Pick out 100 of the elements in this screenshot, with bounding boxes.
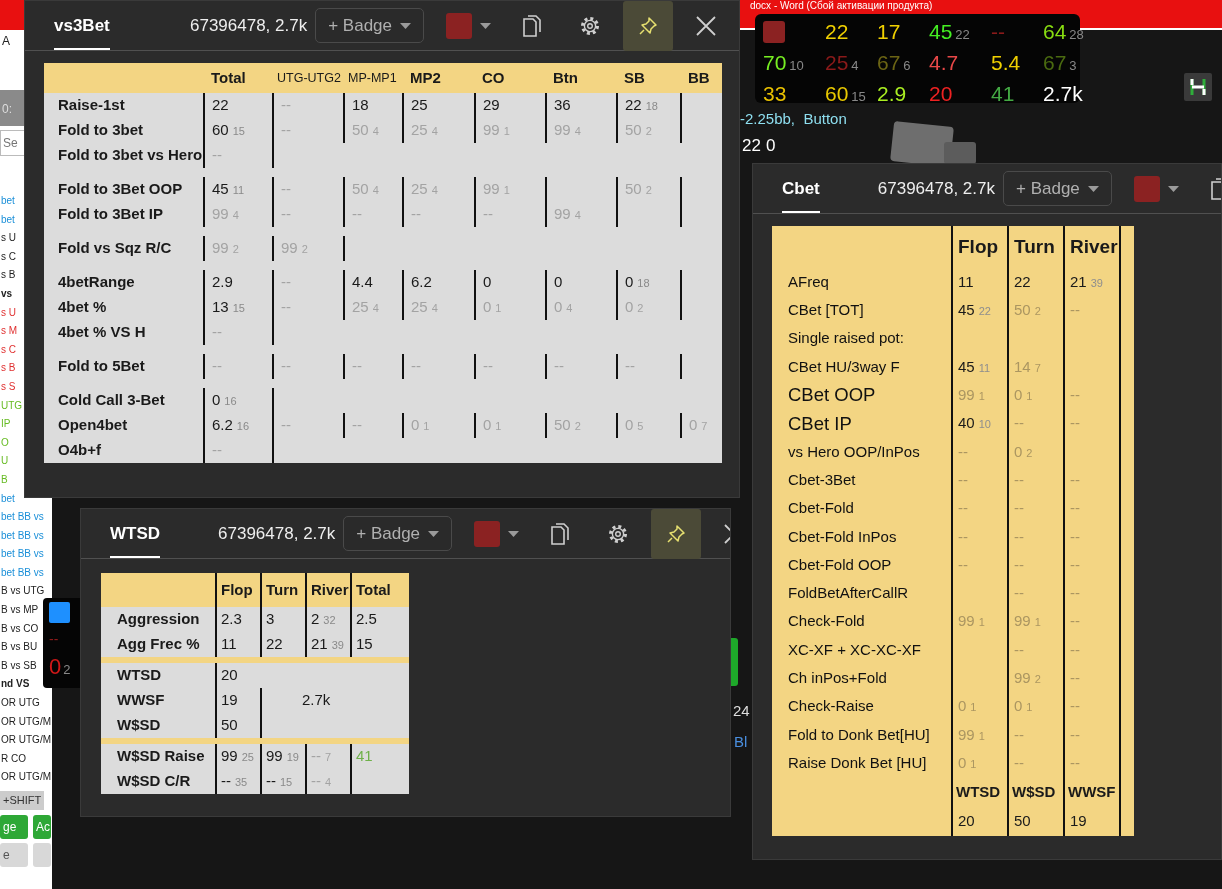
list-item[interactable]: s B <box>0 266 16 285</box>
stat-label: CBet IP <box>788 412 852 434</box>
stat-value: 22 <box>212 96 229 114</box>
sample-count: 19 <box>286 751 299 764</box>
stat-value: 3 <box>266 610 275 628</box>
list-item[interactable]: s S <box>0 377 16 397</box>
list-item[interactable]: nd VS <box>0 675 30 695</box>
stat-value: 25 <box>411 298 428 316</box>
stat-value: 99 <box>483 121 500 139</box>
stat-value: -- <box>281 416 291 434</box>
list-item[interactable]: B vs UTG <box>0 582 45 602</box>
stat-value: 99 <box>483 180 500 198</box>
column-header: WWSF <box>1068 783 1116 801</box>
list-item[interactable]: bet BB vs <box>0 545 44 564</box>
sample-count: 15 <box>851 89 866 104</box>
stat-label: O4b+f <box>58 441 101 459</box>
badge-dropdown[interactable]: + Badge <box>315 7 424 44</box>
list-item[interactable]: OR UTG/M <box>0 731 51 750</box>
list-item[interactable]: bet BB vs <box>0 526 44 546</box>
tab[interactable]: vs3Bet <box>54 1 110 51</box>
stat-label: Single raised pot: <box>788 329 904 347</box>
list-item[interactable]: R CO <box>0 749 26 769</box>
stat-value: 4.4 <box>352 273 373 291</box>
list-item[interactable]: B vs BU <box>0 638 38 657</box>
stat-value: 0 <box>483 298 492 316</box>
sample-count: 4 <box>372 184 379 197</box>
stat-value: -- <box>212 441 222 459</box>
sample-count: 4 <box>431 125 438 138</box>
stat-label: WTSD <box>117 666 162 684</box>
sample-count: 4 <box>431 302 438 315</box>
stat-value: -- <box>1070 584 1080 602</box>
pin-icon <box>638 15 658 36</box>
caret-icon <box>428 530 440 537</box>
stat-value: -- <box>281 96 291 114</box>
list-item[interactable]: B vs SB <box>0 656 37 676</box>
settings-icon <box>580 15 600 36</box>
sample-count: 11 <box>232 184 245 197</box>
stat-value: 21 <box>311 635 328 653</box>
stat-label: Cold Call 3-Bet <box>58 391 165 409</box>
list-item[interactable]: s U <box>0 229 16 248</box>
stat-value: 20 <box>221 666 238 684</box>
badge-dropdown[interactable]: + Badge <box>343 515 453 552</box>
sample-count: 16 <box>236 420 250 433</box>
stat-value: -- <box>1070 669 1080 687</box>
list-item[interactable]: s U <box>0 303 16 323</box>
list-item[interactable]: s B <box>0 359 16 378</box>
tab[interactable]: Cbet <box>782 164 820 214</box>
list-item[interactable]: s M <box>0 322 18 341</box>
list-item[interactable]: bet <box>0 192 15 211</box>
stat-label: XC-XF + XC-XC-XF <box>788 640 921 658</box>
sample-count: 39 <box>1090 276 1103 289</box>
pin-button[interactable] <box>651 509 702 559</box>
list-item[interactable]: s C <box>0 247 16 267</box>
stat-value: 70 <box>763 51 787 74</box>
stat-label: Check-Fold <box>788 612 865 630</box>
list-item[interactable]: B vs MP <box>0 601 39 620</box>
stat-value: -- <box>411 205 421 223</box>
stat-label: Cbet-Fold OOP <box>788 555 892 573</box>
stat-value: 40 <box>958 414 975 432</box>
stat-value: 99 <box>1014 612 1031 630</box>
list-item[interactable]: bet <box>0 210 15 230</box>
settings-icon <box>608 523 629 544</box>
stat-value: -- <box>958 470 968 488</box>
list-item[interactable]: OR UTG/M <box>0 712 51 732</box>
action-button[interactable]: e <box>0 843 28 867</box>
list-item[interactable]: B vs CO <box>0 619 39 639</box>
badge-dropdown[interactable]: + Badge <box>1003 170 1112 207</box>
tab[interactable]: WTSD <box>110 509 161 559</box>
stat-value: 22 <box>1014 272 1031 290</box>
list-item[interactable]: OR UTG <box>0 694 40 713</box>
stat-value: -- <box>991 20 1005 43</box>
stat-value: 99 <box>221 747 238 765</box>
stat-value: 0 <box>411 416 420 434</box>
stat-value: 99 <box>1014 669 1031 687</box>
stat-value: 0 <box>554 273 563 291</box>
seat-label: Bl <box>734 732 748 752</box>
column-header: WTSD <box>956 783 1001 801</box>
stat-value: 2 <box>311 610 320 628</box>
list-item[interactable]: bet BB vs <box>0 508 44 527</box>
list-item[interactable]: bet <box>0 489 15 509</box>
stat-value: -- <box>281 273 291 291</box>
stat-value: -- <box>1070 527 1080 545</box>
stat-value: 6.2 <box>212 416 233 434</box>
stat-label: Fold to 3Bet OOP <box>58 180 183 198</box>
stat-label: vs Hero OOP/InPos <box>788 442 920 460</box>
list-item[interactable]: vs <box>0 284 13 304</box>
stat-value: -- <box>1014 527 1024 545</box>
stat-value: -- <box>958 555 968 573</box>
list-item[interactable]: OR UTG/M <box>0 768 51 787</box>
list-item[interactable]: bet BB vs <box>0 563 44 583</box>
stat-value: 36 <box>554 96 571 114</box>
pin-button[interactable] <box>623 1 673 51</box>
stat-value: -- <box>281 121 291 139</box>
toggle-icon[interactable] <box>1184 73 1212 101</box>
sample-count: 7 <box>325 751 332 764</box>
stat-value: -- <box>1014 555 1024 573</box>
list-item[interactable]: s C <box>0 340 16 360</box>
stat-value: 50 <box>352 180 369 198</box>
stat-value: 99 <box>281 239 298 257</box>
stat-value: -- <box>1070 414 1080 432</box>
